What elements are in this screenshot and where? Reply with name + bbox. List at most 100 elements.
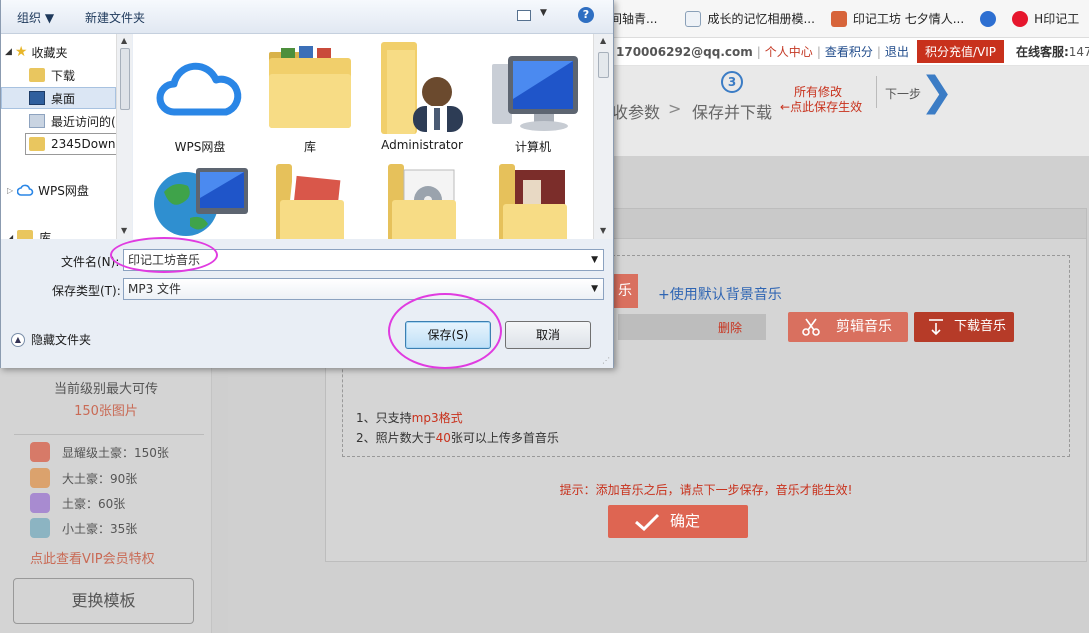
divider — [14, 434, 204, 435]
step-params[interactable]: 收参数 — [612, 99, 660, 123]
nav-item-library[interactable]: ◢ 库 — [7, 226, 51, 239]
file-list-scrollbar[interactable]: ▲ ▼ — [593, 34, 613, 239]
scroll-up-icon[interactable]: ▲ — [121, 36, 127, 45]
user-bar: 170006292@qq.com | 个人中心 | 查看积分 | 退出 积分充值… — [600, 38, 1089, 66]
logout-link[interactable]: 退出 — [885, 43, 909, 60]
nav-item-label: 桌面 — [51, 91, 76, 106]
vip-privilege-link[interactable]: 点此查看VIP会员特权 — [30, 548, 155, 567]
scroll-down-icon[interactable]: ▼ — [121, 226, 127, 235]
checkmark-icon — [635, 513, 660, 531]
left-panel: 当前级别最大可传 150张图片 显耀级土豪：150张 大土豪：90张 土豪：60… — [0, 368, 212, 633]
level-label: 小土豪：35张 — [62, 521, 138, 536]
left-arrow-icon: ← — [780, 100, 791, 114]
nav-item-label: 下载 — [51, 68, 76, 83]
bookmark-item[interactable]: 成长的记忆相册模... — [685, 10, 815, 27]
tip-text: 提示：添加音乐之后，请点下一步保存，音乐才能生效! — [559, 483, 853, 497]
cloud-icon — [156, 62, 242, 116]
step-separator: > — [668, 99, 682, 118]
nav-item-recent[interactable]: 最近访问的( — [29, 110, 116, 132]
cancel-button[interactable]: 取消 — [505, 321, 591, 349]
personal-center-link[interactable]: 个人中心 — [765, 43, 813, 60]
file-label: Administrator — [381, 138, 463, 152]
save-note-line1: 所有修改 — [794, 85, 843, 99]
photo-folder-icon — [276, 164, 345, 239]
bookmark-label: 成长的记忆相册模... — [707, 12, 815, 26]
expand-arrow-icon[interactable]: ▷ — [7, 186, 13, 195]
file-label: WPS网盘 — [174, 140, 226, 154]
next-step-button[interactable]: 下一步 — [885, 85, 921, 102]
upload-limit-value: 150张图片 — [74, 404, 138, 419]
delete-link[interactable]: 删除 — [718, 319, 742, 336]
rule-highlight: 40 — [435, 431, 451, 445]
scroll-thumb[interactable] — [120, 48, 130, 110]
dialog-toolbar: 组织 ▼ 新建文件夹 ▼ ? — [1, 0, 613, 34]
cs-value: 147808 — [1068, 45, 1089, 59]
change-template-button[interactable]: 更换模板 — [13, 578, 194, 624]
chevron-down-icon[interactable]: ▼ — [591, 279, 598, 299]
chevron-down-icon[interactable]: ▼ — [591, 250, 598, 270]
download-music-button[interactable]: 下载音乐 — [914, 312, 1014, 342]
nav-item-desktop[interactable]: 桌面 — [1, 87, 116, 109]
nav-item-wps-cloud[interactable]: ▷ WPS网盘 — [7, 179, 89, 201]
step-number: 3 — [721, 71, 743, 93]
nav-item-label: WPS网盘 — [38, 183, 89, 198]
help-icon[interactable]: ? — [578, 7, 594, 23]
points-link[interactable]: 查看积分 — [825, 43, 873, 60]
vip-button[interactable]: 积分充值/VIP — [916, 40, 1004, 63]
scroll-down-icon[interactable]: ▼ — [600, 226, 606, 235]
bookmark-item[interactable]: 间轴青... — [610, 10, 657, 27]
library-folder-icon — [269, 46, 351, 128]
sogou-icon — [980, 10, 997, 27]
cut-music-label: 剪辑音乐 — [836, 319, 892, 335]
scroll-up-icon[interactable]: ▲ — [600, 36, 606, 45]
level-item: 显耀级土豪：150张 — [30, 442, 169, 462]
step-bar: 3 收参数 > 保存并下载 所有修改 ←点此保存生效 下一步 ❯ — [600, 66, 1089, 156]
scissors-icon — [802, 318, 820, 336]
rule-text: 2、照片数大于 — [356, 431, 436, 445]
view-icon[interactable] — [517, 10, 531, 21]
organize-button[interactable]: 组织 ▼ — [17, 9, 54, 26]
scroll-thumb[interactable] — [598, 52, 609, 78]
upload-music-button[interactable]: 乐 — [612, 274, 638, 308]
file-label: 计算机 — [514, 140, 551, 154]
confirm-button[interactable]: 确定 — [608, 505, 748, 538]
chevron-down-icon[interactable]: ▼ — [540, 8, 547, 18]
user-email: 170006292@qq.com — [616, 44, 753, 59]
filetype-label: 保存类型(T): — [52, 284, 121, 298]
save-as-dialog: 组织 ▼ 新建文件夹 ▼ ? ◢ ★ 收藏夹 下载 桌面 最近访问的( 2345… — [0, 0, 614, 368]
level-label: 显耀级土豪：150张 — [62, 445, 169, 460]
nav-item-label: 收藏夹 — [31, 45, 68, 60]
bookmark-item[interactable] — [980, 10, 1002, 27]
bookmark-label: H印记工 — [1034, 12, 1080, 26]
default-bg-music-link[interactable]: +使用默认背景音乐 — [658, 284, 782, 304]
upload-limit-caption: 当前级别最大可传 — [53, 382, 158, 397]
level-label: 土豪：60张 — [62, 496, 126, 511]
nav-item-label: 库 — [39, 230, 52, 240]
chevron-right-icon[interactable]: ❯ — [920, 72, 954, 112]
bookmark-item[interactable]: 印记工坊 七夕情人... — [830, 10, 964, 27]
nav-item-label: 最近访问的( — [51, 114, 116, 129]
save-button[interactable]: 保存(S) — [405, 321, 491, 349]
resize-grip-icon[interactable]: ⋰ — [602, 356, 610, 365]
file-list: WPS网盘 库 Administrator 计算机 — [133, 34, 593, 239]
filename-input[interactable]: 印记工坊音乐 ▼ — [123, 249, 604, 271]
hide-folders-toggle[interactable]: ▲ 隐藏文件夹 — [11, 331, 91, 348]
collapse-arrow-icon[interactable]: ◢ — [5, 47, 12, 57]
nav-item-favorites[interactable]: ◢ ★ 收藏夹 — [5, 41, 68, 63]
save-note: 所有修改 ←点此保存生效 — [780, 85, 862, 115]
cut-music-button[interactable]: 剪辑音乐 — [788, 312, 908, 342]
level-badge-icon — [30, 518, 50, 538]
filetype-select[interactable]: MP3 文件 ▼ — [123, 278, 604, 300]
customer-service[interactable]: 在线客服:147808 — [1016, 43, 1089, 60]
nav-item-downloads[interactable]: 下载 — [29, 64, 75, 86]
level-item: 大土豪：90张 — [30, 468, 137, 488]
file-label: 库 — [303, 140, 316, 154]
cloud-icon — [17, 184, 34, 196]
filename-label: 文件名(N): — [61, 255, 120, 269]
library-icon — [17, 230, 34, 239]
step-save-download[interactable]: 保存并下载 — [692, 99, 772, 123]
bookmark-label: 间轴青... — [610, 12, 658, 26]
nav-scrollbar[interactable]: ▲ ▼ — [116, 34, 132, 239]
bookmark-item[interactable]: H印记工 — [1012, 10, 1079, 27]
new-folder-button[interactable]: 新建文件夹 — [85, 9, 145, 26]
